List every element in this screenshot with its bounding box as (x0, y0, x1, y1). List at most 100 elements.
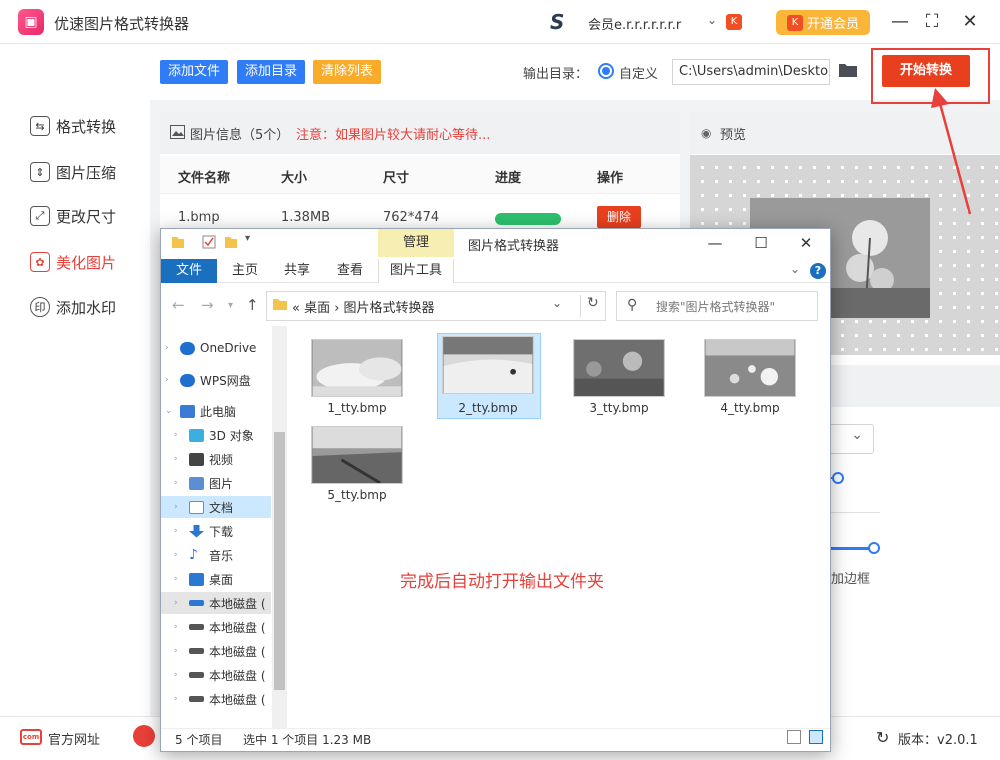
column-header-progress: 进度 (495, 171, 522, 186)
nav-item-documents[interactable]: › 文档 (161, 496, 271, 518)
nav-item-downloads[interactable]: › 下载 (174, 520, 271, 542)
delete-button[interactable]: 删除 (597, 206, 641, 228)
sidebar-item-beautify[interactable]: ✿ 美化图片 (30, 250, 116, 274)
up-icon[interactable]: ↑ (246, 296, 259, 314)
chevron-down-icon[interactable]: ▾ (245, 233, 250, 244)
forward-icon[interactable]: → (201, 296, 214, 314)
tab-home[interactable]: 主页 (220, 259, 270, 283)
start-convert-button[interactable]: 开始转换 (882, 55, 970, 87)
slider-handle[interactable] (832, 472, 844, 484)
sidebar-item-format[interactable]: ⇆ 格式转换 (30, 114, 116, 138)
nav-item-this-pc[interactable]: ⌄ 此电脑 (165, 400, 271, 422)
open-vip-button[interactable]: K 开通会员 (776, 10, 870, 35)
annotation-arrow (931, 88, 972, 215)
file-tile[interactable]: 5_tty.bmp (311, 426, 403, 502)
tab-file[interactable]: 文件 (161, 259, 217, 283)
nav-label: 文档 (209, 500, 234, 515)
nav-item-drive[interactable]: › 本地磁盘 ( (174, 664, 271, 686)
nav-item-3d[interactable]: › 3D 对象 (174, 424, 271, 446)
format-convert-icon: ⇆ (30, 116, 50, 136)
nav-label: 此电脑 (200, 404, 237, 419)
drive-icon (189, 672, 204, 678)
custom-radio[interactable] (598, 63, 614, 79)
file-tile[interactable]: 3_tty.bmp (573, 339, 665, 415)
column-header-name: 文件名称 (178, 171, 231, 186)
vip-k-icon: K (786, 14, 803, 31)
file-tile[interactable]: 4_tty.bmp (704, 339, 796, 415)
member-logo-icon: S (550, 10, 565, 34)
website-icon: com (20, 729, 42, 745)
sidebar-item-label: 添加水印 (56, 298, 117, 317)
search-placeholder[interactable]: 搜索"图片格式转换器" (656, 298, 775, 315)
sidebar-item-resize[interactable]: ⤢ 更改尺寸 (30, 204, 116, 228)
maximize-icon[interactable]: ⛶ (920, 10, 944, 34)
file-tile[interactable]: 1_tty.bmp (311, 339, 403, 415)
nav-item-video[interactable]: › 视频 (174, 448, 271, 470)
nav-item-desktop[interactable]: › 桌面 (174, 568, 271, 590)
chevron-down-icon[interactable]: ⌄ (707, 13, 717, 27)
cloud-icon (180, 373, 195, 387)
sidebar-item-compress[interactable]: ⇕ 图片压缩 (30, 160, 116, 184)
slider-handle[interactable] (868, 542, 880, 554)
chevron-down-icon[interactable]: ⌄ (552, 296, 562, 310)
image-thumbnail (311, 426, 403, 485)
app-title: 优速图片格式转换器 (54, 15, 190, 33)
beautify-icon: ✿ (30, 252, 50, 272)
nav-label: 3D 对象 (209, 428, 254, 443)
explorer-title: 图片格式转换器 (468, 239, 560, 254)
folder-icon (273, 299, 287, 310)
recent-chevron-icon[interactable]: ▾ (228, 300, 233, 311)
maximize-icon[interactable]: ☐ (749, 232, 773, 254)
manage-tab-header[interactable]: 管理 (378, 229, 454, 257)
tab-picture-tools[interactable]: 图片工具 (378, 259, 454, 283)
update-icon[interactable]: ↻ (876, 728, 889, 747)
customer-service-icon[interactable] (133, 725, 155, 747)
close-icon[interactable]: ✕ (958, 10, 982, 34)
drive-icon (189, 696, 204, 702)
nav-item-pictures[interactable]: › 图片 (174, 472, 271, 494)
member-account-label[interactable]: 会员e.r.r.r.r.r.r.r (588, 14, 681, 33)
file-name: 5_tty.bmp (327, 488, 387, 502)
minimize-icon[interactable]: — (703, 232, 727, 254)
clear-list-button[interactable]: 清除列表 (313, 60, 382, 84)
drive-icon (189, 624, 204, 630)
properties-icon[interactable] (202, 235, 216, 249)
refresh-icon[interactable]: ↻ (580, 295, 599, 317)
nav-item-music[interactable]: › ♪ 音乐 (174, 544, 271, 566)
chevron-down-icon[interactable]: ⌄ (790, 262, 800, 276)
nav-scrollbar-thumb[interactable] (274, 432, 285, 690)
nav-item-drive[interactable]: › 本地磁盘 ( (174, 640, 271, 662)
thumbnail-view-icon[interactable] (809, 730, 823, 744)
sidebar-item-label: 格式转换 (56, 117, 117, 136)
new-folder-icon[interactable] (224, 235, 238, 249)
eye-icon: ◉ (701, 126, 712, 140)
details-view-icon[interactable] (787, 730, 801, 744)
custom-radio-label[interactable]: 自定义 (619, 63, 658, 82)
folder-icon[interactable] (838, 62, 858, 78)
nav-item-onedrive[interactable]: › OneDrive (165, 337, 271, 359)
folder-icon[interactable] (171, 235, 185, 249)
nav-item-drive[interactable]: › 本地磁盘 ( (174, 688, 271, 710)
image-app-icon: ▣ (18, 9, 44, 35)
output-path-input[interactable]: C:\Users\admin\Deskto (672, 59, 830, 85)
address-path[interactable]: « 桌面 › 图片格式转换器 (292, 297, 435, 316)
back-icon[interactable]: ← (172, 296, 185, 314)
nav-item-wps[interactable]: › WPS网盘 (165, 369, 271, 391)
drive-icon (189, 648, 204, 654)
help-icon[interactable]: ? (810, 263, 826, 279)
nav-item-drive[interactable]: › 本地磁盘 ( (161, 592, 271, 614)
minimize-icon[interactable]: — (888, 10, 912, 34)
selected-info: 选中 1 个项目 1.23 MB (243, 733, 372, 747)
tab-view[interactable]: 查看 (325, 259, 375, 283)
add-file-button[interactable]: 添加文件 (160, 60, 229, 84)
official-site-link[interactable]: 官方网址 (48, 729, 100, 748)
sidebar-item-watermark[interactable]: 印添加水印 (30, 295, 116, 319)
nav-item-drive[interactable]: › 本地磁盘 ( (174, 616, 271, 638)
picture-icon (170, 125, 185, 139)
nav-label: 本地磁盘 ( (209, 692, 266, 707)
file-tile[interactable]: 2_tty.bmp (442, 336, 534, 415)
add-directory-button[interactable]: 添加目录 (237, 60, 306, 84)
close-icon[interactable]: ✕ (794, 232, 818, 254)
tab-share[interactable]: 共享 (272, 259, 322, 283)
file-name: 4_tty.bmp (720, 401, 780, 415)
